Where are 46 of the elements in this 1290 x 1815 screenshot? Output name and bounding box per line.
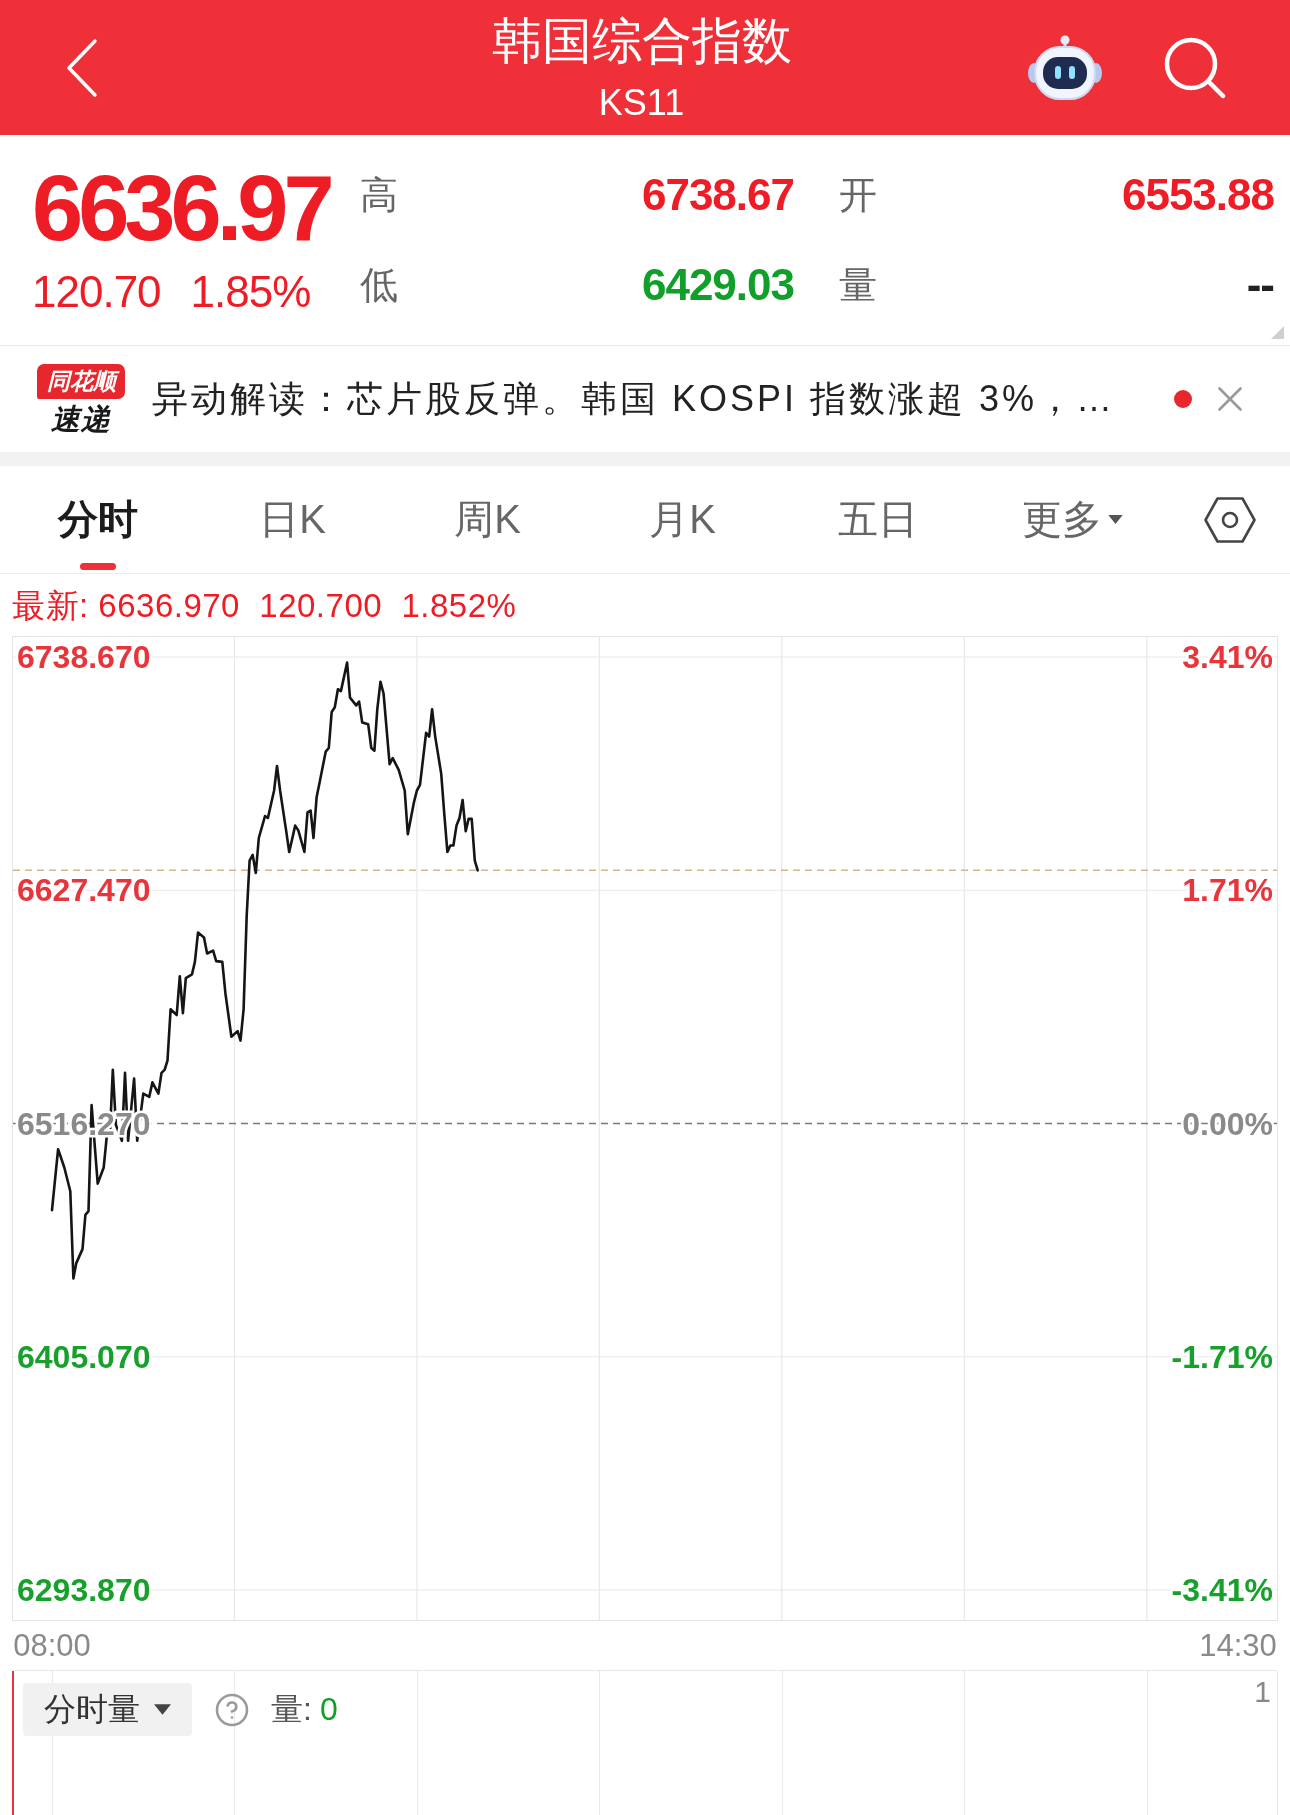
stat-label: 低 [360,263,398,307]
volume-axis-label: 1 [1254,1675,1271,1709]
page-title: 韩国综合指数 [491,12,792,69]
chart-tab[interactable]: 周K [390,466,585,573]
time-label: 08:00 [13,1628,91,1664]
close-icon [1218,387,1242,411]
percent-axis-label: 1.71% [1182,872,1273,909]
volume-value: 0 [319,1690,338,1729]
stat-value: 6429.03 [641,261,794,309]
price-axis-label: 6293.870 [17,1572,151,1609]
price-axis-label: 6738.670 [17,639,151,676]
robot-icon [1028,34,1102,101]
index-code: KS11 [598,82,685,123]
stat-label: 开 [839,173,877,217]
stat-value: 6738.67 [641,171,794,219]
chevron-left-icon [65,37,99,98]
last-price: 6636.97 [32,162,330,254]
stat-value: 6553.88 [1121,171,1274,219]
chart-tab[interactable]: 更多 [975,466,1170,573]
time-label: 14:30 [1199,1628,1277,1664]
chart-tab[interactable]: 五日 [780,466,975,573]
caret-down-icon [154,1704,171,1715]
percent-axis-label: 0.00% [1182,1105,1273,1142]
price-change: 120.70 [32,270,161,314]
search-icon [1164,36,1226,99]
chart-tab[interactable]: 分时 [0,466,195,573]
settings-icon [1204,496,1256,543]
latest-quote: 最新: 6636.970 120.700 1.852% [12,588,517,624]
logo-tag: 同花顺 [37,363,125,399]
help-icon[interactable] [214,1692,250,1728]
percent-axis-label: -1.71% [1171,1338,1273,1375]
percent-axis-label: 3.41% [1182,639,1273,676]
price-axis-label: 6627.470 [17,872,151,909]
percent-axis-label: -3.41% [1171,1572,1273,1609]
news-headline[interactable]: 异动解读：芯片股反弹。韩国 KOSPI 指数涨超 3%，… [152,377,1116,421]
chart-tab[interactable]: 日K [195,466,390,573]
price-axis-label: 6405.070 [17,1338,151,1375]
indicator-select[interactable]: 分时量 [23,1683,192,1736]
chart-tab[interactable]: 月K [585,466,780,573]
caret-down-icon [1108,515,1123,524]
stat-value: -- [1246,261,1274,309]
stat-label: 高 [360,173,398,217]
volume-label: 量: [271,1690,312,1729]
logo-text: 速递 [51,402,111,435]
percent-change: 1.85% [190,270,311,314]
stat-label: 量 [839,263,877,307]
